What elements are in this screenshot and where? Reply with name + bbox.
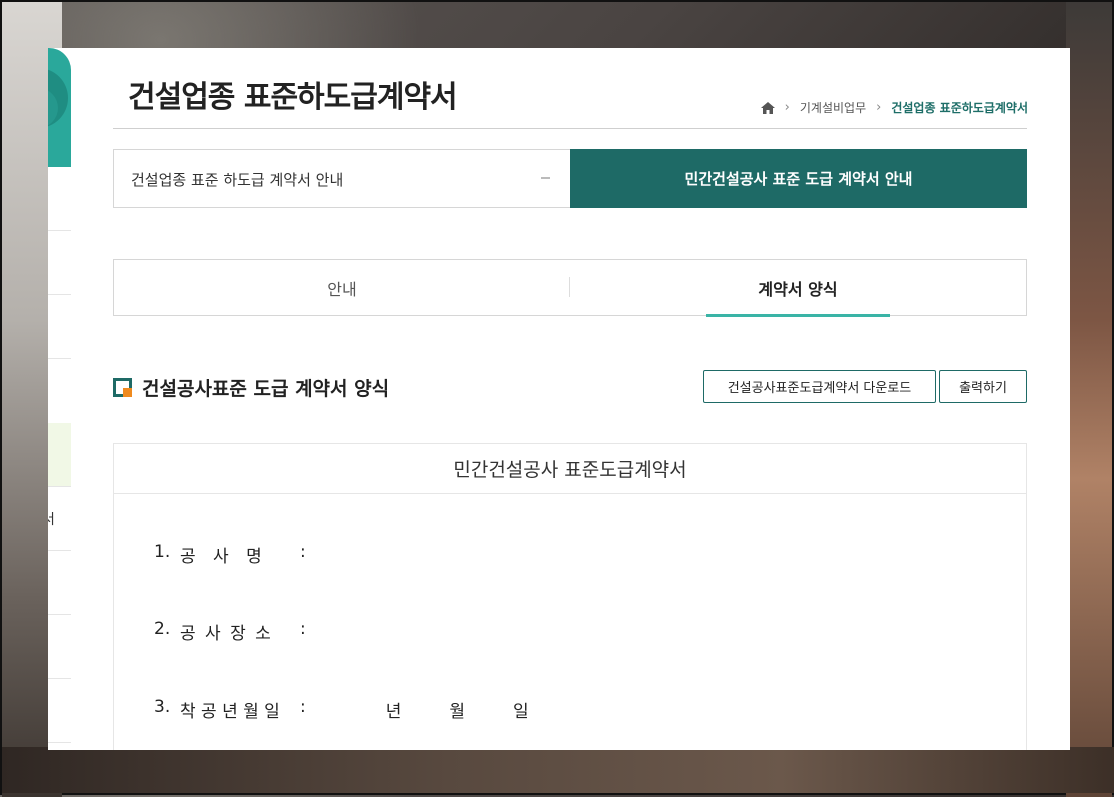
document-row: 2. 공 사 장 소 :	[154, 619, 306, 644]
home-icon[interactable]	[760, 101, 775, 114]
content-panel: 서 건설업종 표준하도급계약서 › 기계설비업무 › 건설업종 표준하도급계약서…	[48, 48, 1070, 750]
tab-bar: 안내 계약서 양식	[113, 259, 1027, 317]
row-number: 2.	[154, 619, 171, 639]
document-row: 3. 착 공 년 월 일 : 년 월 일	[154, 697, 529, 722]
row-label: 공 사 장 소	[180, 624, 273, 644]
segment-label: 민간건설공사 표준 도급 계약서 안내	[684, 170, 913, 188]
chevron-right-icon: ›	[876, 100, 882, 115]
tab-guide[interactable]: 안내	[114, 260, 570, 315]
background-bottom	[2, 747, 1114, 793]
sidebar-item-active[interactable]	[48, 423, 71, 487]
segment-switch: 건설업종 표준 하도급 계약서 안내 민간건설공사 표준 도급 계약서 안내	[113, 149, 1027, 208]
background-right	[1066, 2, 1112, 797]
document-heading: 민간건설공사 표준도급계약서	[114, 444, 1026, 494]
sidebar-item[interactable]: 서	[48, 487, 71, 551]
tab-label: 계약서 양식	[758, 279, 838, 299]
tab-contract-form[interactable]: 계약서 양식	[570, 260, 1026, 317]
sidebar-item[interactable]	[48, 231, 71, 295]
row-colon: :	[300, 619, 306, 639]
breadcrumb-parent[interactable]: 기계설비업무	[800, 99, 866, 116]
breadcrumb-current[interactable]: 건설업종 표준하도급계약서	[891, 99, 1028, 116]
day-label: 일	[513, 702, 529, 722]
sidebar-item-label: 서	[48, 512, 55, 528]
page-title: 건설업종 표준하도급계약서	[128, 80, 458, 115]
row-number: 1.	[154, 542, 171, 562]
chevron-right-icon: ›	[784, 100, 790, 115]
document-row: 1. 공 사 명 :	[154, 542, 306, 567]
tab-label: 안내	[327, 279, 357, 299]
title-divider	[113, 128, 1027, 129]
section-title: 건설공사표준 도급 계약서 양식	[113, 374, 389, 401]
segment-private-contract-guide[interactable]: 민간건설공사 표준 도급 계약서 안내	[570, 149, 1027, 208]
row-number: 3.	[154, 697, 171, 717]
row-label: 착 공 년 월 일	[180, 702, 280, 722]
sidebar-item[interactable]	[48, 167, 71, 231]
sidebar-logo	[48, 48, 71, 167]
download-button[interactable]: 건설공사표준도급계약서 다운로드	[703, 370, 936, 403]
sidebar: 서	[48, 48, 71, 750]
year-label: 년	[385, 702, 402, 722]
sidebar-item[interactable]	[48, 615, 71, 679]
row-label: 공 사 명	[180, 547, 268, 567]
contract-document: 민간건설공사 표준도급계약서 1. 공 사 명 : 2. 공 사 장 소 : 3…	[113, 443, 1027, 750]
month-label: 월	[449, 702, 466, 722]
sidebar-item[interactable]	[48, 295, 71, 359]
segment-label: 건설업종 표준 하도급 계약서 안내	[131, 171, 344, 189]
sidebar-item[interactable]	[48, 679, 71, 743]
breadcrumb: › 기계설비업무 › 건설업종 표준하도급계약서	[760, 99, 1028, 116]
row-colon: :	[300, 697, 306, 717]
date-fields: 년 월 일	[386, 697, 529, 722]
segment-subcontract-guide[interactable]: 건설업종 표준 하도급 계약서 안내	[113, 149, 570, 208]
minus-icon	[541, 177, 550, 179]
row-colon: :	[300, 542, 306, 562]
section-title-text: 건설공사표준 도급 계약서 양식	[142, 378, 390, 400]
section-square-icon	[113, 378, 132, 397]
sidebar-item[interactable]	[48, 551, 71, 615]
print-button[interactable]: 출력하기	[939, 370, 1027, 403]
